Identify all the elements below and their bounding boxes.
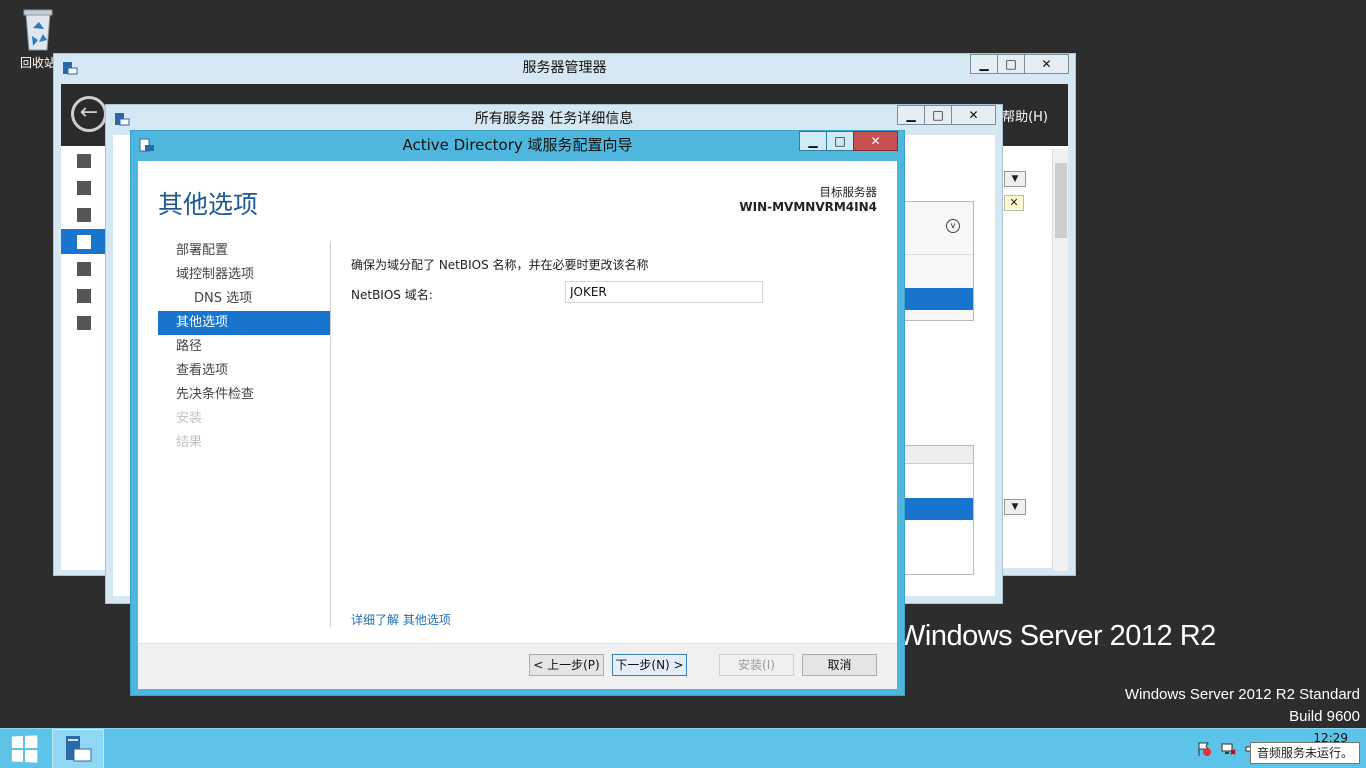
cancel-button[interactable]: 取消 <box>802 654 877 676</box>
close-button[interactable]: ✕ <box>1024 54 1069 74</box>
target-server: 目标服务器 WIN-MVMNVRM4IN4 <box>739 185 877 215</box>
window-title: 服务器管理器 <box>522 60 607 76</box>
netbios-label: NetBIOS 域名: <box>351 288 433 302</box>
minimize-button[interactable]: ▁ <box>799 131 826 151</box>
file-services-icon <box>77 289 91 303</box>
window-controls: ▁ □ ✕ <box>799 131 898 151</box>
step-review-options[interactable]: 查看选项 <box>158 359 330 383</box>
back-arrow-icon[interactable]: ← <box>71 96 107 132</box>
next-button[interactable]: 下一步(N) > <box>612 654 687 676</box>
network-icon[interactable] <box>1220 741 1236 757</box>
step-prerequisites-check[interactable]: 先决条件检查 <box>158 383 330 407</box>
step-dc-options[interactable]: 域控制器选项 <box>158 263 330 287</box>
minimize-button[interactable]: ▁ <box>897 105 924 125</box>
dns-icon <box>77 262 91 276</box>
sidebar-item-dns[interactable] <box>61 256 108 281</box>
maximize-button[interactable]: □ <box>997 54 1024 74</box>
action-center-flag-icon[interactable] <box>1196 741 1212 757</box>
window-title: Active Directory 域服务配置向导 <box>402 136 633 154</box>
divider <box>330 241 331 627</box>
sidebar-item-file-services[interactable] <box>61 283 108 308</box>
close-button[interactable]: ✕ <box>853 131 898 151</box>
chevron-down-icon[interactable]: v <box>946 219 960 233</box>
all-servers-icon <box>77 208 91 222</box>
step-paths[interactable]: 路径 <box>158 335 330 359</box>
ad-ds-wizard-window[interactable]: Active Directory 域服务配置向导 ▁ □ ✕ 其他选项 目标服务… <box>130 130 905 696</box>
step-installation: 安装 <box>176 411 203 426</box>
sidebar-item-storage[interactable] <box>61 310 108 335</box>
close-button[interactable]: ✕ <box>951 105 996 125</box>
learn-more-link[interactable]: 详细了解 其他选项 <box>351 611 451 628</box>
window-controls: ▁ □ ✕ <box>970 54 1069 74</box>
notification-close-icon[interactable]: ✕ <box>1004 195 1024 211</box>
ad-ds-icon <box>77 235 91 249</box>
recycle-bin-icon <box>21 6 55 52</box>
table-row[interactable] <box>905 254 973 274</box>
tasks-list-panel <box>904 201 974 321</box>
wizard-steps: 部署配置 域控制器选项 DNS 选项 其他选项 路径 查看选项 先决条件检查 安… <box>158 239 330 455</box>
target-server-name: WIN-MVMNVRM4IN4 <box>739 200 877 214</box>
os-edition: Windows Server 2012 R2 Standard Build 96… <box>1125 684 1360 728</box>
start-button[interactable] <box>0 729 48 768</box>
dashboard-icon <box>77 154 91 168</box>
sidebar-item-dashboard[interactable] <box>61 148 108 173</box>
step-results: 结果 <box>176 435 203 450</box>
help-menu[interactable]: 帮助(H) <box>1002 106 1048 125</box>
scrollbar-thumb[interactable] <box>1055 163 1067 238</box>
window-controls: ▁ □ ✕ <box>897 105 996 125</box>
window-title: 所有服务器 任务详细信息 <box>474 111 634 127</box>
step-additional-options[interactable]: 其他选项 <box>158 311 330 335</box>
step-dns-options[interactable]: DNS 选项 <box>158 287 330 311</box>
selected-row[interactable] <box>905 498 973 520</box>
os-watermark: Windows Server 2012 R2 <box>898 620 1216 652</box>
target-server-label: 目标服务器 <box>819 185 878 199</box>
local-server-icon <box>77 181 91 195</box>
dropdown-arrow-icon[interactable]: ▼ <box>1004 171 1026 187</box>
maximize-button[interactable]: □ <box>924 105 951 125</box>
details-list-panel <box>904 445 974 575</box>
netbios-domain-name-field[interactable] <box>565 281 763 303</box>
wizard-content: 其他选项 目标服务器 WIN-MVMNVRM4IN4 部署配置 域控制器选项 D… <box>138 161 897 689</box>
page-title: 其他选项 <box>158 190 259 219</box>
minimize-button[interactable]: ▁ <box>970 54 997 74</box>
install-button: 安装(I) <box>719 654 794 676</box>
storage-icon <box>77 316 91 330</box>
server-manager-icon <box>66 736 92 762</box>
previous-button[interactable]: < 上一步(P) <box>529 654 604 676</box>
selected-row[interactable] <box>905 288 973 310</box>
tooltip: 音频服务未运行。 <box>1250 742 1361 764</box>
sidebar-item-ad-ds[interactable] <box>61 229 108 254</box>
sidebar-item-all-servers[interactable] <box>61 202 108 227</box>
wizard-footer: < 上一步(P) 下一步(N) > 安装(I) 取消 <box>138 643 897 689</box>
edition-line: Windows Server 2012 R2 Standard <box>1124 686 1360 703</box>
step-deployment-config[interactable]: 部署配置 <box>158 239 330 263</box>
taskbar: 12:29 <box>0 728 1366 768</box>
list-header <box>905 446 973 464</box>
windows-logo-icon <box>11 735 38 763</box>
build-line: Build 9600 <box>1289 708 1360 725</box>
sidebar-item-local-server[interactable] <box>61 175 108 200</box>
taskbar-server-manager[interactable] <box>52 729 104 768</box>
page-description: 确保为域分配了 NetBIOS 名称，并在必要时更改该名称 <box>351 258 649 272</box>
dropdown-arrow-icon[interactable]: ▼ <box>1004 499 1026 515</box>
maximize-button[interactable]: □ <box>826 131 853 151</box>
vertical-scrollbar[interactable] <box>1052 149 1068 571</box>
sidebar <box>61 146 109 570</box>
